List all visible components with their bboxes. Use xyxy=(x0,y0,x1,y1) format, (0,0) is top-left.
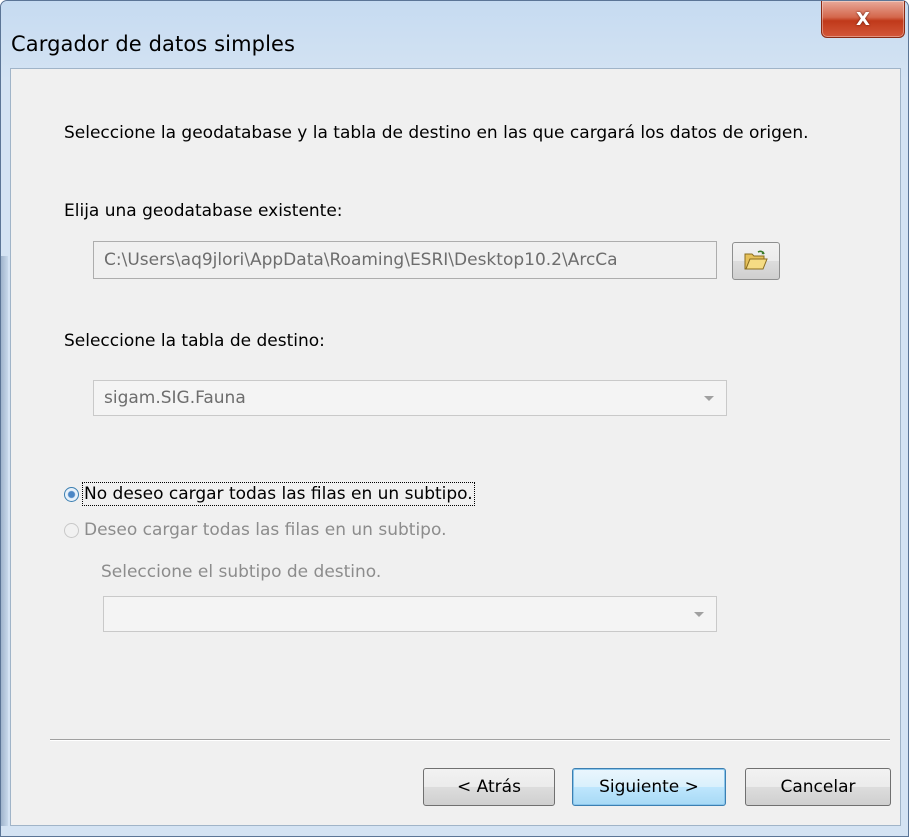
radio-unselected-icon xyxy=(64,522,79,538)
dialog-body: Seleccione la geodatabase y la tabla de … xyxy=(10,68,901,826)
close-button[interactable]: X xyxy=(821,1,905,38)
radio-no-subtype-label: No deseo cargar todas las filas en un su… xyxy=(82,482,475,506)
radio-yes-subtype[interactable]: Deseo cargar todas las filas en un subti… xyxy=(64,520,446,540)
back-button[interactable]: < Atrás xyxy=(423,768,555,806)
geodatabase-label: Elija una geodatabase existente: xyxy=(64,201,343,221)
subtype-label: Seleccione el subtipo de destino. xyxy=(101,562,382,582)
dialog-window: Cargador de datos simples X Seleccione l… xyxy=(0,0,909,837)
target-table-label: Seleccione la tabla de destino: xyxy=(64,331,325,351)
radio-no-subtype[interactable]: No deseo cargar todas las filas en un su… xyxy=(64,482,475,506)
window-left-edge xyxy=(1,256,8,826)
radio-selected-icon xyxy=(64,486,79,502)
instructions-text: Seleccione la geodatabase y la tabla de … xyxy=(64,123,809,143)
chevron-down-icon xyxy=(694,612,704,617)
chevron-down-icon xyxy=(704,396,714,401)
close-icon: X xyxy=(856,8,870,30)
subtype-dropdown[interactable] xyxy=(103,596,717,632)
geodatabase-path-field[interactable]: C:\Users\aq9jlori\AppData\Roaming\ESRI\D… xyxy=(93,241,717,279)
target-table-value: sigam.SIG.Fauna xyxy=(104,388,246,408)
radio-yes-subtype-label: Deseo cargar todas las filas en un subti… xyxy=(84,520,447,540)
window-title: Cargador de datos simples xyxy=(11,32,296,56)
open-folder-icon xyxy=(744,250,768,270)
footer-divider xyxy=(50,739,890,741)
cancel-button[interactable]: Cancelar xyxy=(745,768,891,806)
target-table-dropdown[interactable]: sigam.SIG.Fauna xyxy=(93,380,727,416)
next-button[interactable]: Siguiente > xyxy=(572,768,726,806)
browse-geodatabase-button[interactable] xyxy=(732,242,780,280)
